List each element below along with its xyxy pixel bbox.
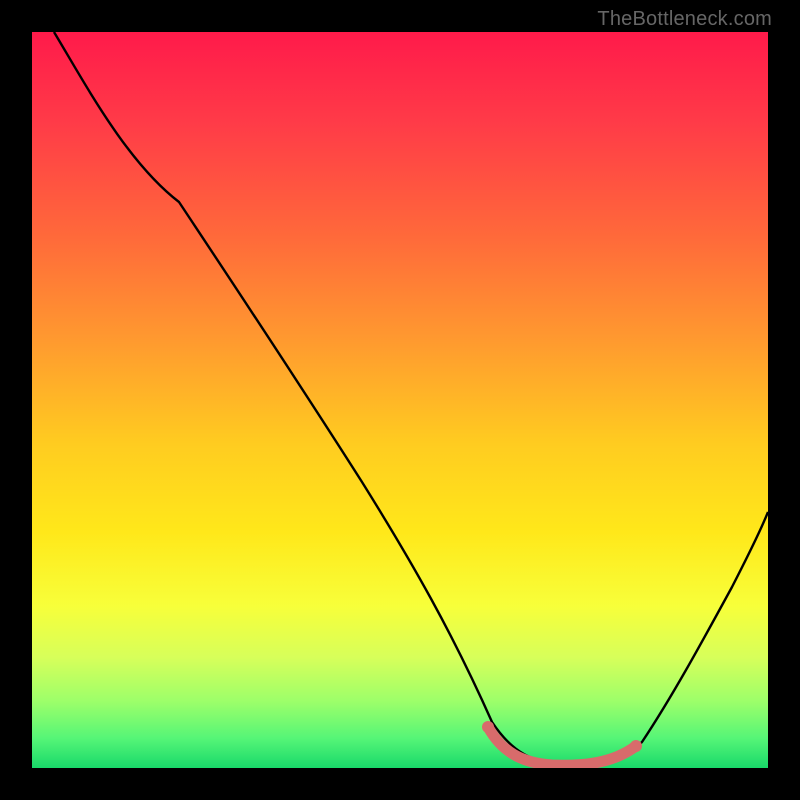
optimal-range-start-dot — [482, 721, 494, 733]
optimal-range-end-dot — [630, 740, 642, 752]
optimal-range-highlight — [488, 727, 636, 765]
plot-area — [32, 32, 768, 768]
curve-svg — [32, 32, 768, 768]
bottleneck-curve — [54, 32, 768, 765]
chart-frame: TheBottleneck.com — [0, 0, 800, 800]
watermark-text: TheBottleneck.com — [597, 8, 772, 31]
